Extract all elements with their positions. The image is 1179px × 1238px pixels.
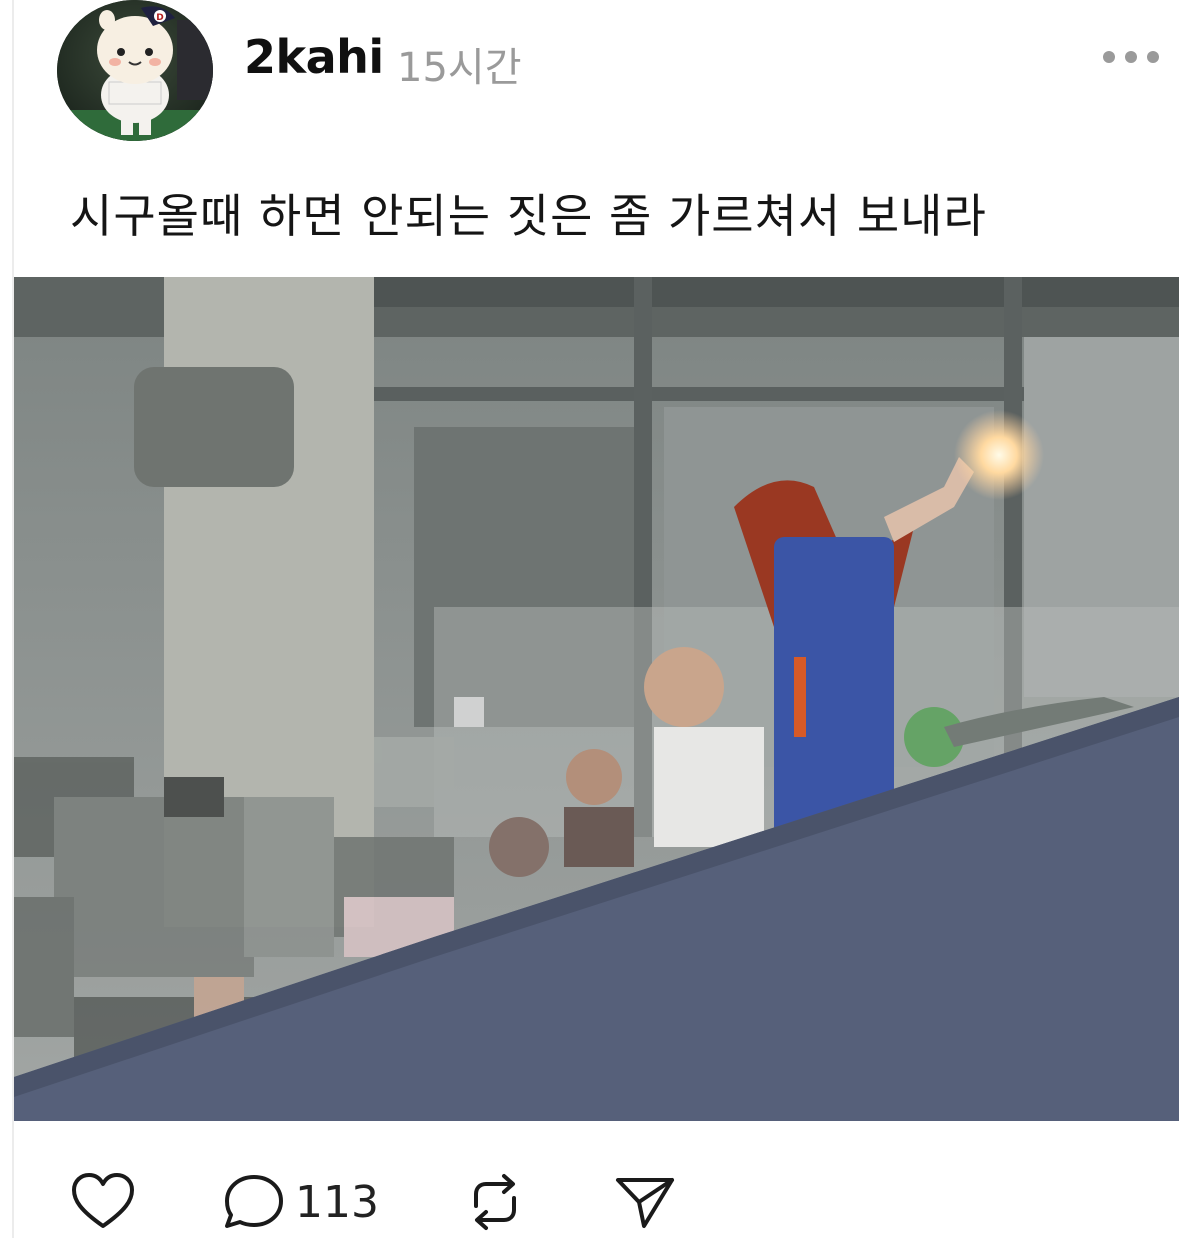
send-icon bbox=[616, 1178, 674, 1228]
post-timestamp: 15시간 bbox=[397, 45, 522, 91]
more-dot-icon bbox=[1147, 51, 1159, 63]
more-options-button[interactable] bbox=[1103, 44, 1169, 70]
like-button[interactable] bbox=[70, 1172, 136, 1232]
post-text: 시구올때 하면 안되는 짓은 좀 가르쳐서 보내라 bbox=[70, 189, 987, 243]
heart-icon bbox=[72, 1173, 134, 1228]
share-button[interactable] bbox=[612, 1172, 678, 1232]
svg-text:D: D bbox=[156, 13, 163, 23]
action-bar: 113 bbox=[0, 1150, 1179, 1238]
avatar[interactable]: D bbox=[57, 0, 213, 141]
comment-count: 113 bbox=[295, 1176, 379, 1228]
avatar-image: D bbox=[57, 0, 213, 141]
repost-button[interactable] bbox=[462, 1172, 528, 1232]
more-dot-icon bbox=[1125, 51, 1137, 63]
more-dot-icon bbox=[1103, 51, 1115, 63]
username[interactable]: 2kahi bbox=[244, 30, 384, 84]
post-header: D 2kahi 15시간 bbox=[0, 0, 1179, 150]
comment-button[interactable]: 113 bbox=[221, 1172, 379, 1232]
comment-bubble-icon bbox=[225, 1175, 283, 1228]
post-image[interactable] bbox=[14, 277, 1179, 1121]
stadium-photo bbox=[14, 277, 1179, 1121]
repost-icon bbox=[474, 1174, 516, 1230]
